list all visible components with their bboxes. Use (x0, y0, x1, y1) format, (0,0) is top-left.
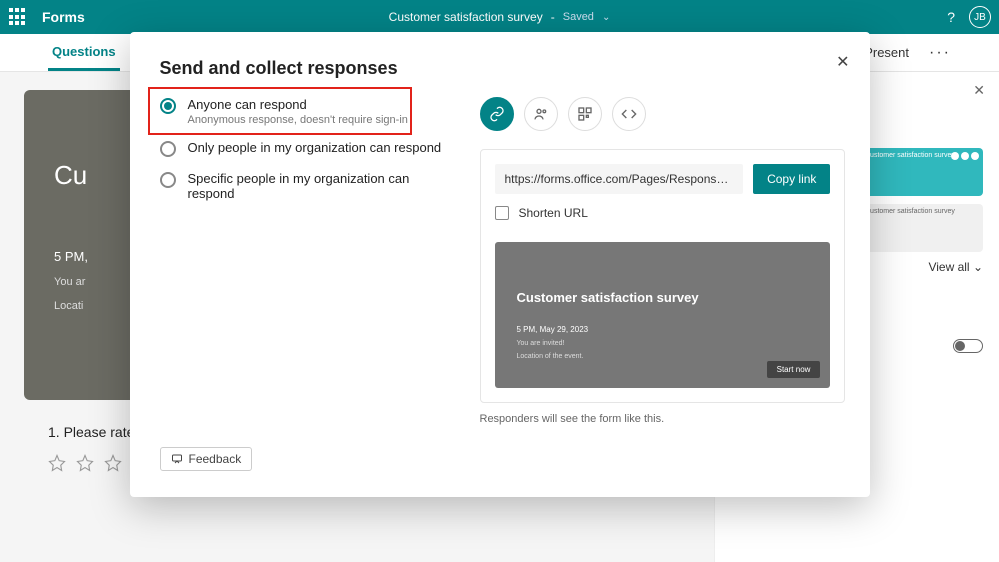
feedback-label: Feedback (189, 452, 242, 466)
radio-icon (160, 172, 176, 188)
form-preview-card: Customer satisfaction survey 5 PM, May 2… (495, 242, 831, 388)
radio-icon-selected (160, 98, 176, 114)
radio-option-specific[interactable]: Specific people in my organization can r… (160, 171, 460, 201)
start-now-button: Start now (767, 361, 821, 378)
share-tab-invite[interactable] (524, 97, 558, 131)
radio-option-org[interactable]: Only people in my organization can respo… (160, 140, 460, 157)
radio-option-anyone[interactable]: Anyone can respond Anonymous response, d… (160, 97, 460, 126)
preview-title: Customer satisfaction survey (517, 290, 809, 305)
shorten-label: Shorten URL (519, 206, 588, 220)
modal-title: Send and collect responses (160, 58, 840, 79)
feedback-button[interactable]: Feedback (160, 447, 253, 471)
preview-desc-2: Location of the event. (517, 353, 809, 360)
preview-desc-1: You are invited! (517, 340, 809, 347)
close-modal-icon[interactable]: ✕ (836, 52, 849, 72)
shorten-url-row[interactable]: Shorten URL (495, 206, 831, 220)
share-tab-embed[interactable] (612, 97, 646, 131)
radio-label: Specific people in my organization can r… (188, 171, 460, 201)
respond-options-panel: Anyone can respond Anonymous response, d… (160, 97, 460, 425)
send-collect-modal: ✕ Send and collect responses Anyone can … (130, 32, 870, 497)
preview-caption: Responders will see the form like this. (480, 413, 846, 425)
shorten-checkbox[interactable] (495, 206, 509, 220)
share-panel: https://forms.office.com/Pages/ResponseP… (480, 97, 846, 425)
link-input[interactable]: https://forms.office.com/Pages/ResponseP… (495, 164, 744, 194)
embed-icon (621, 106, 637, 122)
radio-label: Anyone can respond (188, 97, 408, 112)
qr-icon (577, 106, 593, 122)
share-tab-qr[interactable] (568, 97, 602, 131)
invite-icon (533, 106, 549, 122)
feedback-icon (171, 453, 183, 465)
radio-label: Only people in my organization can respo… (188, 140, 442, 155)
preview-time: 5 PM, May 29, 2023 (517, 325, 809, 334)
radio-sublabel: Anonymous response, doesn't require sign… (188, 114, 408, 126)
share-tabs (480, 97, 846, 131)
modal-overlay: ✕ Send and collect responses Anyone can … (0, 0, 999, 562)
link-panel: https://forms.office.com/Pages/ResponseP… (480, 149, 846, 403)
link-icon (489, 106, 505, 122)
radio-icon (160, 141, 176, 157)
share-tab-link[interactable] (480, 97, 514, 131)
copy-link-button[interactable]: Copy link (753, 164, 830, 194)
